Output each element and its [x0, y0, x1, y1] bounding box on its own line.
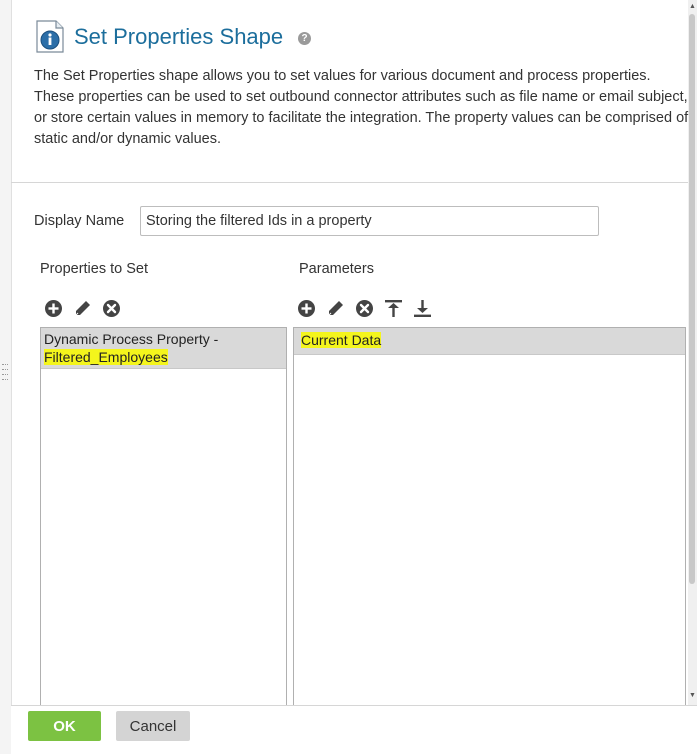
parameters-list[interactable]: Current Data [293, 327, 686, 707]
vertical-scrollbar[interactable]: ▲ ▼ [688, 0, 697, 705]
dialog-footer [11, 705, 697, 755]
delete-property-button[interactable] [101, 298, 122, 319]
properties-list[interactable]: Dynamic Process Property - Filtered_Empl… [40, 327, 287, 707]
edit-icon [328, 300, 343, 315]
properties-to-set-label: Properties to Set [40, 261, 148, 277]
list-item[interactable]: Dynamic Process Property - Filtered_Empl… [41, 328, 286, 369]
add-parameter-button[interactable] [296, 298, 317, 319]
left-resize-edge[interactable] [0, 0, 12, 754]
parameters-label: Parameters [299, 261, 374, 277]
display-name-input[interactable] [140, 206, 599, 236]
add-property-button[interactable] [43, 298, 64, 319]
scrollbar-thumb[interactable] [689, 14, 695, 584]
move-to-top-button[interactable] [383, 298, 404, 319]
property-item-line2: Filtered_Employees [44, 349, 168, 365]
cancel-button[interactable]: Cancel [116, 711, 190, 741]
move-top-icon [385, 299, 402, 317]
dialog-description: The Set Properties shape allows you to s… [34, 68, 689, 147]
help-icon[interactable]: ? [298, 32, 311, 45]
edit-icon [75, 300, 90, 315]
add-icon [298, 299, 315, 317]
delete-icon [356, 299, 373, 317]
add-icon [45, 299, 62, 317]
delete-icon [103, 299, 120, 317]
dialog-title: Set Properties Shape [74, 24, 284, 49]
scroll-up-arrow-icon[interactable]: ▲ [688, 2, 697, 12]
display-name-label: Display Name [34, 213, 125, 229]
scroll-down-arrow-icon[interactable]: ▼ [688, 691, 697, 701]
parameters-toolbar [296, 297, 433, 319]
property-item-line1: Dynamic Process Property - [44, 331, 219, 347]
move-to-bottom-button[interactable] [412, 298, 433, 319]
edit-property-button[interactable] [72, 298, 93, 319]
resize-grip-icon[interactable] [2, 364, 8, 382]
header-divider [11, 182, 688, 183]
list-item[interactable]: Current Data [294, 328, 685, 355]
properties-toolbar [43, 297, 122, 319]
move-bottom-icon [414, 299, 431, 317]
edit-parameter-button[interactable] [325, 298, 346, 319]
ok-button[interactable]: OK [28, 711, 101, 741]
parameter-item-label: Current Data [301, 332, 382, 348]
info-document-icon [34, 18, 66, 54]
delete-parameter-button[interactable] [354, 298, 375, 319]
